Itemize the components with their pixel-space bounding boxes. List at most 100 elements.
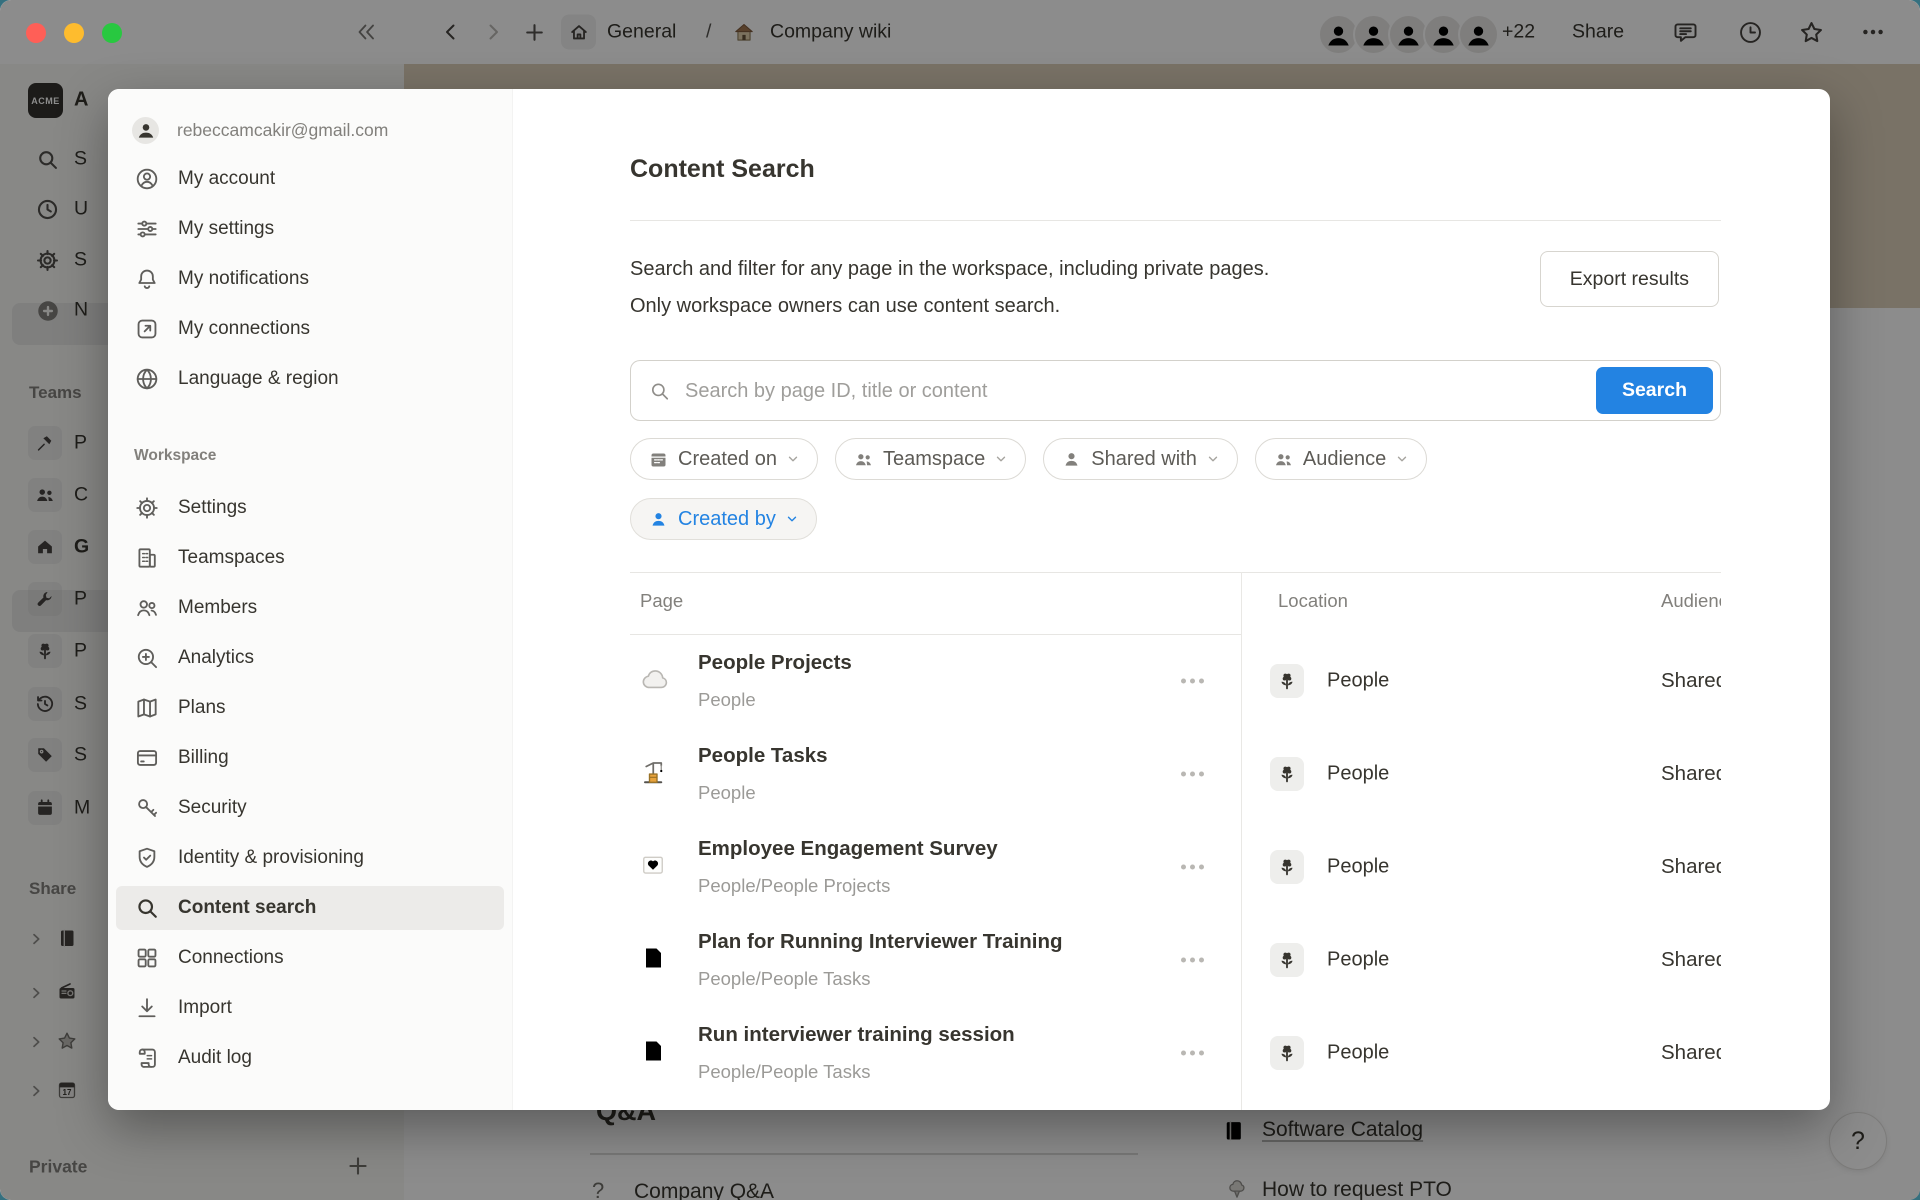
- nav-item-identity-provisioning[interactable]: Identity & provisioning: [116, 836, 504, 880]
- nav-item-my-connections[interactable]: My connections: [116, 307, 504, 351]
- row-path: People/People Tasks: [698, 1061, 870, 1083]
- nav-item-label: My connections: [178, 318, 310, 340]
- row-title[interactable]: People Projects: [698, 651, 852, 675]
- table-row[interactable]: Run interviewer training session People/…: [630, 1006, 1721, 1099]
- search-icon: [134, 895, 160, 921]
- row-path: People: [698, 689, 756, 711]
- grid-icon: [134, 945, 160, 971]
- row-audience: Shared: [1661, 669, 1721, 693]
- download-arrow-icon: [134, 995, 160, 1021]
- love-letter-page-icon: [638, 850, 672, 884]
- column-header-page[interactable]: Page: [640, 590, 683, 612]
- row-path: People/People Tasks: [698, 968, 870, 990]
- calendar-icon: [648, 449, 669, 470]
- zoom-window-button[interactable]: [102, 23, 122, 43]
- gear-icon: [134, 495, 160, 521]
- description-line: Search and filter for any page in the wo…: [630, 251, 1269, 288]
- chevron-down-icon: [994, 452, 1008, 466]
- globe-icon: [134, 366, 160, 392]
- nav-item-label: Settings: [178, 497, 247, 519]
- person-circle-icon: [134, 166, 160, 192]
- settings-nav: rebeccamcakir@gmail.com My account My se…: [108, 89, 513, 1110]
- nav-item-label: Import: [178, 997, 232, 1019]
- nav-item-language-region[interactable]: Language & region: [116, 357, 504, 401]
- row-more-options-icon[interactable]: [1181, 1050, 1204, 1055]
- row-title[interactable]: Plan for Running Interviewer Training: [698, 930, 1063, 954]
- export-results-button[interactable]: Export results: [1540, 251, 1719, 307]
- row-more-options-icon[interactable]: [1181, 771, 1204, 776]
- table-row[interactable]: People Tasks People People Shared: [630, 727, 1721, 820]
- row-location: People: [1327, 855, 1389, 878]
- row-more-options-icon[interactable]: [1181, 957, 1204, 962]
- person-icon: [648, 509, 669, 530]
- nav-item-label: Teamspaces: [178, 547, 285, 569]
- credit-card-icon: [134, 745, 160, 771]
- row-title[interactable]: Employee Engagement Survey: [698, 837, 998, 861]
- filter-created-on[interactable]: Created on: [630, 438, 818, 480]
- nav-item-label: Analytics: [178, 647, 254, 669]
- search-input[interactable]: [683, 361, 1567, 422]
- filter-teamspace[interactable]: Teamspace: [835, 438, 1026, 480]
- row-title[interactable]: People Tasks: [698, 744, 828, 768]
- table-row[interactable]: Plan for Running Interviewer Training Pe…: [630, 913, 1721, 1006]
- table-row[interactable]: Employee Engagement Survey People/People…: [630, 820, 1721, 913]
- row-title[interactable]: Run interviewer training session: [698, 1023, 1015, 1047]
- nav-item-members[interactable]: Members: [116, 586, 504, 630]
- row-audience: Shared: [1661, 948, 1721, 972]
- crane-page-icon: [638, 757, 672, 791]
- nav-item-my-account[interactable]: My account: [116, 157, 504, 201]
- column-header-audience[interactable]: Audience: [1661, 590, 1721, 612]
- nav-item-label: Language & region: [178, 368, 339, 390]
- row-path: People: [698, 782, 756, 804]
- row-more-options-icon[interactable]: [1181, 678, 1204, 683]
- nav-item-teamspaces[interactable]: Teamspaces: [116, 536, 504, 580]
- filter-audience[interactable]: Audience: [1255, 438, 1427, 480]
- nav-item-import[interactable]: Import: [116, 986, 504, 1030]
- nav-item-plans[interactable]: Plans: [116, 686, 504, 730]
- nav-item-content-search[interactable]: Content search: [116, 886, 504, 930]
- people-icon: [1273, 449, 1294, 470]
- nav-item-connections[interactable]: Connections: [116, 936, 504, 980]
- chevron-down-icon: [1206, 452, 1220, 466]
- account-header: rebeccamcakir@gmail.com: [116, 108, 504, 152]
- content-search-panel: Content Search Search and filter for any…: [513, 89, 1830, 1110]
- magnifier-plus-icon: [134, 645, 160, 671]
- page-title: Content Search: [630, 155, 815, 184]
- nav-item-label: Members: [178, 597, 257, 619]
- nav-item-audit-log[interactable]: Audit log: [116, 1036, 504, 1080]
- filter-created-by[interactable]: Created by: [630, 498, 817, 540]
- search-button[interactable]: Search: [1596, 367, 1713, 414]
- description-line: Only workspace owners can use content se…: [630, 288, 1269, 325]
- row-audience: Shared: [1661, 762, 1721, 786]
- row-location: People: [1327, 948, 1389, 971]
- cloud-page-icon: [638, 664, 672, 698]
- nav-item-label: My notifications: [178, 268, 309, 290]
- description: Search and filter for any page in the wo…: [630, 251, 1269, 325]
- filter-label: Created on: [678, 448, 777, 471]
- table-row[interactable]: People Projects People People Shared: [630, 634, 1721, 727]
- chevron-down-icon: [786, 452, 800, 466]
- account-avatar: [132, 117, 159, 144]
- column-header-location[interactable]: Location: [1278, 590, 1348, 612]
- nav-item-label: My account: [178, 168, 275, 190]
- gray-page-icon: [638, 943, 672, 977]
- nav-item-security[interactable]: Security: [116, 786, 504, 830]
- nav-item-analytics[interactable]: Analytics: [116, 636, 504, 680]
- row-more-options-icon[interactable]: [1181, 864, 1204, 869]
- close-window-button[interactable]: [26, 23, 46, 43]
- filter-shared-with[interactable]: Shared with: [1043, 438, 1238, 480]
- people-teamspace-icon: [1270, 664, 1304, 698]
- row-path: People/People Projects: [698, 875, 890, 897]
- nav-item-label: Connections: [178, 947, 284, 969]
- nav-item-billing[interactable]: Billing: [116, 736, 504, 780]
- bell-icon: [134, 266, 160, 292]
- sliders-icon: [134, 216, 160, 242]
- nav-item-settings[interactable]: Settings: [116, 486, 504, 530]
- row-location: People: [1327, 1041, 1389, 1064]
- members-icon: [134, 595, 160, 621]
- nav-item-label: Audit log: [178, 1047, 252, 1069]
- nav-item-my-notifications[interactable]: My notifications: [116, 257, 504, 301]
- filter-label: Shared with: [1091, 448, 1197, 471]
- minimize-window-button[interactable]: [64, 23, 84, 43]
- nav-item-my-settings[interactable]: My settings: [116, 207, 504, 251]
